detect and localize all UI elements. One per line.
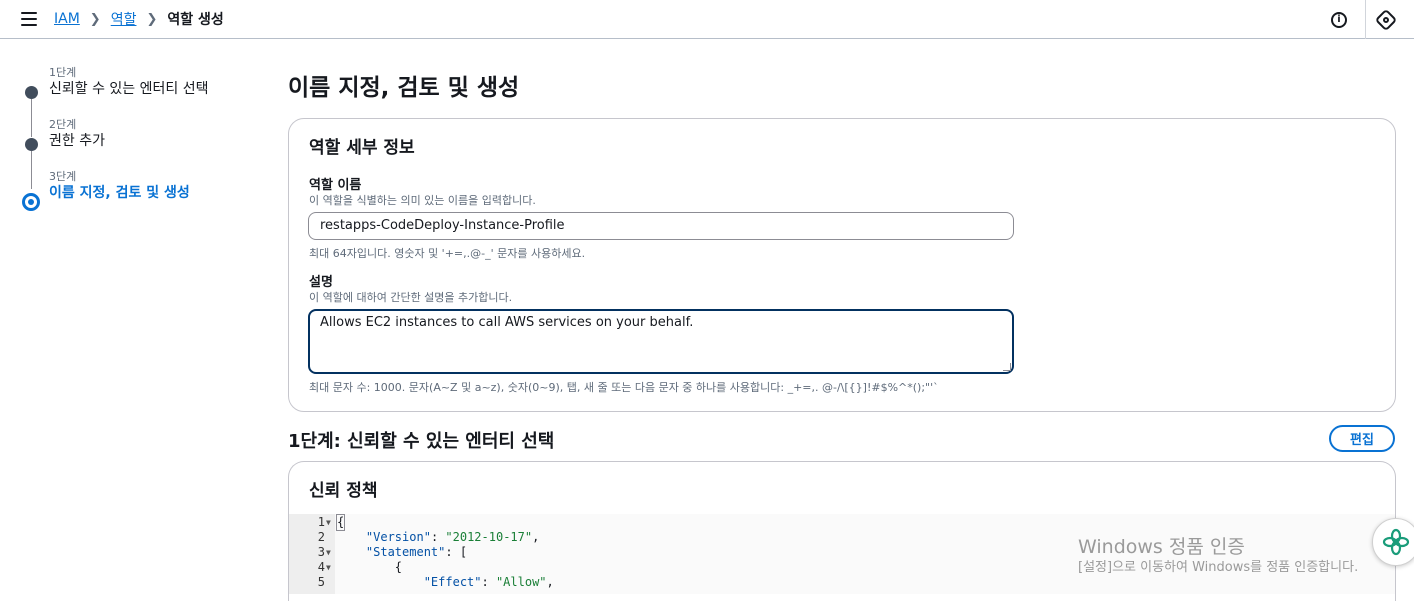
assistant-flower-icon — [1382, 528, 1410, 556]
assistant-button[interactable] — [1372, 518, 1414, 566]
step-active-dot-icon — [22, 193, 40, 211]
edit-button[interactable]: 편집 — [1329, 425, 1395, 452]
role-name-description: 이 역할을 식별하는 의미 있는 이름을 입력합니다. — [309, 194, 536, 207]
top-navigation-bar: IAM ❯ 역할 ❯ 역할 생성 i — [0, 0, 1414, 39]
page-title: 이름 지정, 검토 및 생성 — [288, 75, 520, 101]
step-title: 신뢰할 수 있는 엔터티 선택 — [49, 81, 209, 97]
divider — [1365, 0, 1366, 39]
step-title: 권한 추가 — [49, 133, 105, 149]
code-line: 1 ▼ { — [317, 514, 346, 531]
chevron-right-icon: ❯ — [89, 11, 101, 27]
breadcrumb-roles[interactable]: 역할 — [111, 9, 137, 29]
role-details-card: 역할 세부 정보 역할 이름 이 역할을 식별하는 의미 있는 이름을 입력합니… — [288, 118, 1396, 412]
watermark-title: Windows 정품 인증 — [1078, 536, 1245, 558]
step-number: 2단계 — [49, 118, 77, 131]
code-line: 5 "Effect": "Allow", — [317, 575, 554, 589]
step1-section-title: 1단계: 신뢰할 수 있는 엔터티 선택 — [288, 431, 555, 452]
watermark-subtitle: [설정]으로 이동하여 Windows를 정품 인증합니다. — [1078, 560, 1359, 575]
main-content: 이름 지정, 검토 및 생성 역할 세부 정보 역할 이름 이 역할을 식별하는… — [288, 74, 1396, 601]
settings-icon[interactable] — [1374, 8, 1398, 31]
resize-handle-icon[interactable] — [1003, 363, 1011, 371]
description-hint: 최대 문자 수: 1000. 문자(A~Z 및 a~z), 숫자(0~9), 탭… — [309, 381, 939, 394]
trust-policy-card: 신뢰 정책 1 ▼ { 2 "Version": "2012-10-17", 3… — [288, 461, 1396, 601]
description-help: 이 역할에 대하여 간단한 설명을 추가합니다. — [309, 291, 513, 304]
step-1[interactable]: 1단계 신뢰할 수 있는 엔터티 선택 — [22, 66, 262, 137]
role-name-input[interactable]: restapps-CodeDeploy-Instance-Profile — [308, 212, 1014, 240]
info-icon[interactable]: i — [1331, 11, 1347, 28]
card-title: 신뢰 정책 — [309, 481, 378, 501]
fold-arrow-icon[interactable]: ▼ — [326, 515, 331, 530]
role-name-hint: 최대 64자입니다. 영숫자 및 '+=,.@-_' 문자를 사용하세요. — [309, 247, 586, 260]
step-dot-icon — [25, 86, 38, 99]
wizard-steps: 1단계 신뢰할 수 있는 엔터티 선택 2단계 권한 추가 3단계 이름 지정,… — [22, 66, 262, 222]
hamburger-menu-icon[interactable] — [21, 12, 37, 26]
fold-arrow-icon[interactable]: ▼ — [326, 545, 331, 560]
breadcrumb-create-role: 역할 생성 — [167, 12, 224, 28]
card-title: 역할 세부 정보 — [309, 138, 415, 158]
step-3: 3단계 이름 지정, 검토 및 생성 — [22, 170, 262, 222]
chevron-right-icon: ❯ — [146, 11, 158, 27]
step-number: 3단계 — [49, 170, 77, 183]
description-textarea[interactable]: Allows EC2 instances to call AWS service… — [308, 309, 1014, 374]
step-title: 이름 지정, 검토 및 생성 — [49, 185, 190, 201]
breadcrumb: IAM ❯ 역할 ❯ 역할 생성 — [54, 9, 224, 29]
step-2[interactable]: 2단계 권한 추가 — [22, 118, 262, 189]
description-label: 설명 — [309, 275, 333, 290]
fold-arrow-icon[interactable]: ▼ — [326, 560, 331, 575]
step-number: 1단계 — [49, 66, 77, 79]
role-name-label: 역할 이름 — [309, 178, 362, 193]
top-right-tools: i — [1331, 0, 1414, 39]
description-value: Allows EC2 instances to call AWS service… — [320, 315, 694, 330]
step-dot-icon — [25, 138, 38, 151]
windows-activation-watermark: Windows 정품 인증 [설정]으로 이동하여 Windows를 정품 인증… — [1078, 532, 1358, 575]
breadcrumb-iam[interactable]: IAM — [54, 11, 80, 27]
